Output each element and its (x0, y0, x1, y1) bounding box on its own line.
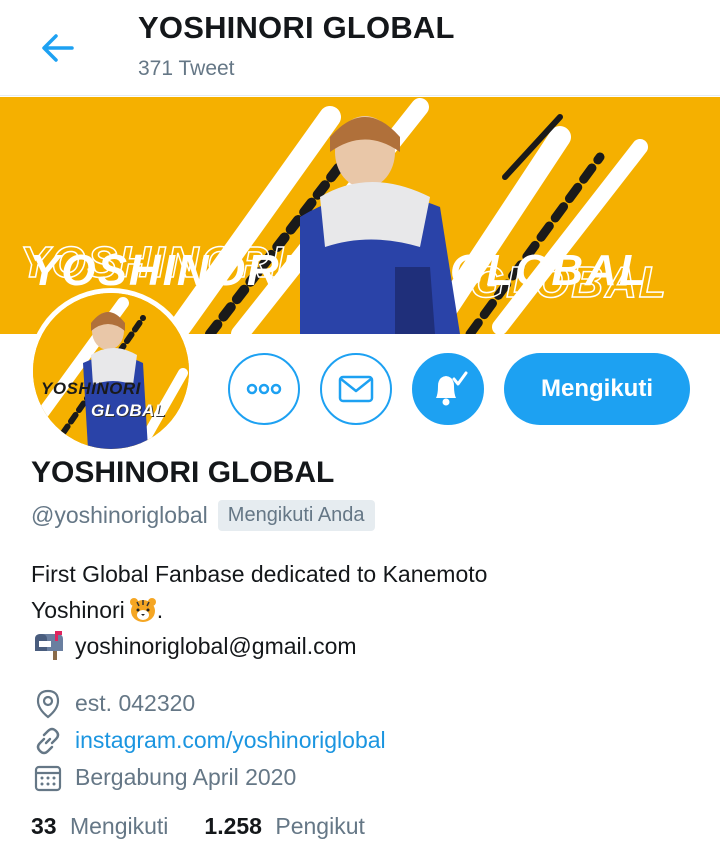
profile-handle: @yoshinoriglobal (31, 502, 208, 528)
location-text: est. 042320 (75, 690, 196, 716)
message-button[interactable] (320, 353, 392, 425)
bio-line-2: Yoshinori . (31, 597, 164, 623)
profile-avatar[interactable]: YOSHINORI GLOBAL (28, 288, 194, 454)
svg-text:GLOBAL: GLOBAL (470, 258, 668, 307)
bio-line-email: yoshinoriglobal@gmail.com (31, 628, 671, 664)
joined-text: Bergabung April 2020 (75, 764, 297, 790)
avatar-text-line1: YOSHINORI (41, 379, 141, 398)
followers-stat[interactable]: 1.258 Pengikut (204, 813, 364, 840)
website-link[interactable]: instagram.com/yoshinoriglobal (75, 727, 386, 754)
joined-row: Bergabung April 2020 (31, 759, 386, 796)
profile-name: YOSHINORI GLOBAL (31, 456, 335, 489)
profile-bio: First Global Fanbase dedicated to Kanemo… (31, 556, 671, 664)
profile-meta: est. 042320 instagram.com/yoshinorigloba… (31, 685, 386, 796)
following-stat[interactable]: 33 Mengikuti (31, 813, 168, 840)
bell-check-icon (436, 371, 468, 406)
link-icon (36, 727, 60, 754)
following-button[interactable]: Mengikuti (504, 353, 690, 425)
header-title: YOSHINORI GLOBAL (138, 10, 455, 45)
avatar-image: YOSHINORI GLOBAL (33, 293, 189, 449)
calendar-icon (34, 765, 62, 791)
following-label: Mengikuti (69, 813, 169, 839)
follows-you-badge: Mengikuti Anda (217, 500, 375, 531)
mail-icon (338, 375, 374, 403)
top-header: YOSHINORI GLOBAL 371 Tweet (0, 0, 720, 96)
tiger-face-icon (129, 598, 156, 622)
handle-row: @yoshinoriglobal Mengikuti Anda (31, 500, 375, 531)
more-options-button[interactable] (228, 353, 300, 425)
svg-text:YOSHINORI: YOSHINORI (30, 246, 295, 295)
location-pin-icon (36, 689, 60, 718)
avatar-text-line2: GLOBAL (91, 401, 166, 420)
arrow-left-icon (42, 34, 74, 62)
website-row: instagram.com/yoshinoriglobal (31, 722, 386, 759)
followers-label: Pengikut (275, 813, 365, 839)
more-icon (246, 383, 282, 395)
notifications-button[interactable] (412, 353, 484, 425)
bio-line-1: First Global Fanbase dedicated to Kanemo… (31, 561, 488, 587)
bio-email: yoshinoriglobal@gmail.com (75, 633, 357, 659)
followers-count: 1.258 (204, 813, 262, 839)
tweet-count: 371 Tweet (138, 57, 235, 80)
back-button[interactable] (30, 26, 86, 70)
avatar-art (33, 293, 189, 449)
mailbox-icon (35, 631, 63, 660)
location-row: est. 042320 (31, 685, 386, 722)
following-count: 33 (31, 813, 57, 839)
follow-stats: 33 Mengikuti 1.258 Pengikut (31, 813, 401, 840)
